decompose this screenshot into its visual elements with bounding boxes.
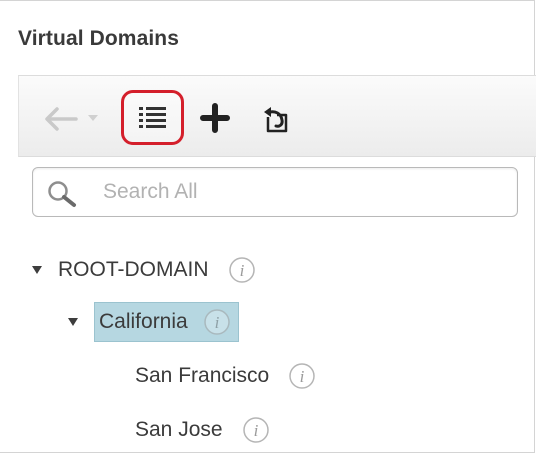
caret-down-icon (88, 115, 98, 121)
list-view-button[interactable] (121, 90, 184, 145)
svg-text:i: i (239, 261, 244, 280)
tree-node-san-francisco[interactable]: San Francisco i (135, 357, 317, 395)
add-button[interactable] (195, 98, 235, 138)
tree-node-label[interactable]: California (99, 310, 188, 334)
info-icon[interactable]: i (202, 307, 232, 337)
panel-title: Virtual Domains (18, 27, 179, 50)
import-button[interactable] (257, 98, 297, 140)
tree-node-root-domain[interactable]: ROOT-DOMAIN i (30, 251, 257, 289)
svg-text:i: i (253, 421, 258, 440)
search-icon (48, 181, 76, 207)
info-icon[interactable]: i (227, 255, 257, 285)
back-button[interactable] (41, 100, 81, 138)
info-icon[interactable]: i (287, 361, 317, 391)
search-input[interactable] (103, 177, 503, 207)
history-dropdown-button[interactable] (85, 106, 101, 130)
expand-toggle-icon[interactable] (30, 263, 44, 277)
virtual-domains-panel: Virtual Domains Search All ROOT-DOMAIN i… (0, 0, 536, 453)
list-icon (138, 106, 166, 128)
tree-node-san-jose[interactable]: San Jose i (135, 411, 271, 449)
toolbar (18, 75, 536, 157)
info-icon[interactable]: i (241, 415, 271, 445)
expand-toggle-icon[interactable] (66, 315, 80, 329)
tree-node-label[interactable]: ROOT-DOMAIN (58, 258, 209, 282)
refresh-icon (264, 107, 288, 133)
tree-node-label[interactable]: San Francisco (135, 364, 269, 388)
tree-node-california[interactable]: California i (66, 302, 239, 342)
search-box (32, 167, 518, 217)
plus-icon (200, 103, 230, 133)
arrow-left-icon (45, 107, 78, 131)
svg-text:i: i (300, 367, 305, 386)
selected-node-highlight[interactable]: California i (94, 302, 239, 342)
tree-node-label[interactable]: San Jose (135, 418, 223, 442)
svg-text:i: i (214, 313, 219, 332)
